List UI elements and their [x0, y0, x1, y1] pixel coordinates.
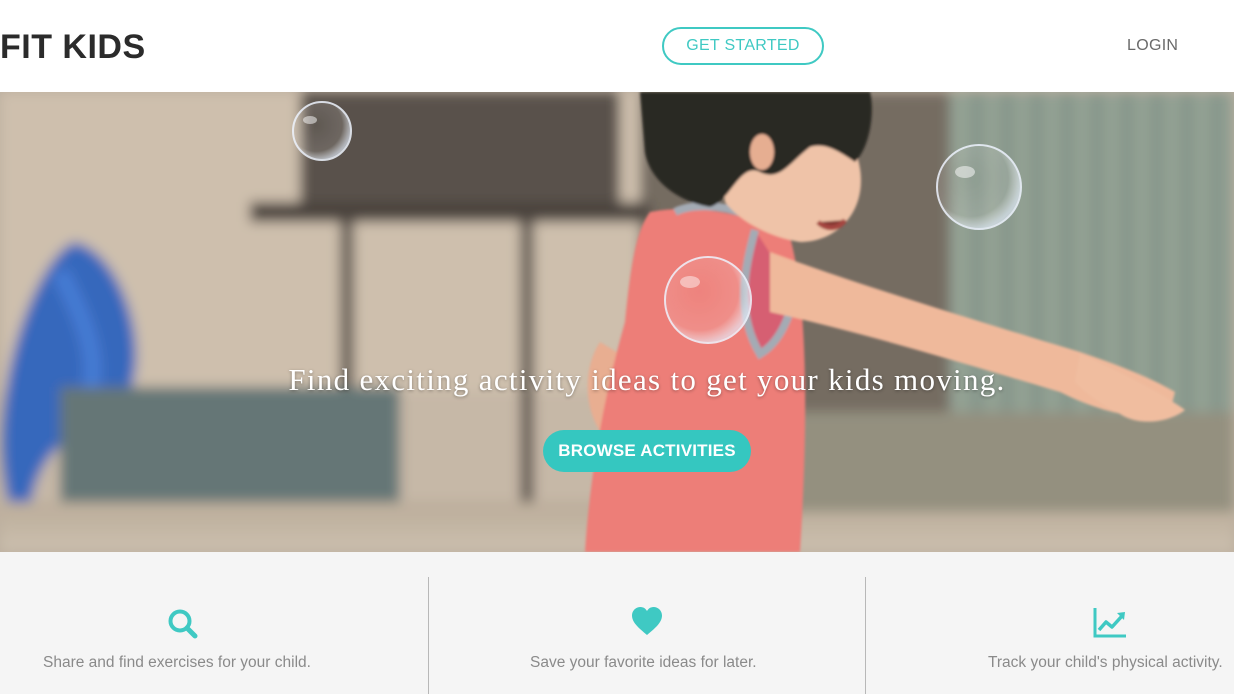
feature-divider [865, 577, 866, 694]
browse-activities-button[interactable]: BROWSE ACTIVITIES [543, 430, 751, 472]
heart-icon [632, 607, 662, 635]
feature-divider [428, 577, 429, 694]
hero-background-photo [0, 92, 1234, 552]
trending-chart-icon [1093, 608, 1126, 638]
hero-banner: Find exciting activity ideas to get your… [0, 92, 1234, 552]
feature-track-text: Track your child's physical activity. [988, 654, 1223, 671]
feature-save-text: Save your favorite ideas for later. [530, 654, 757, 671]
hero-headline: Find exciting activity ideas to get your… [288, 362, 1006, 397]
brand-logo[interactable]: FIT KIDS [0, 27, 146, 67]
login-link[interactable]: LOGIN [1127, 37, 1178, 55]
features-strip: Share and find exercises for your child.… [0, 552, 1234, 694]
search-icon [168, 609, 198, 639]
site-header: FIT KIDS GET STARTED LOGIN [0, 0, 1234, 92]
feature-share-text: Share and find exercises for your child. [43, 654, 311, 671]
get-started-button[interactable]: GET STARTED [662, 27, 824, 65]
